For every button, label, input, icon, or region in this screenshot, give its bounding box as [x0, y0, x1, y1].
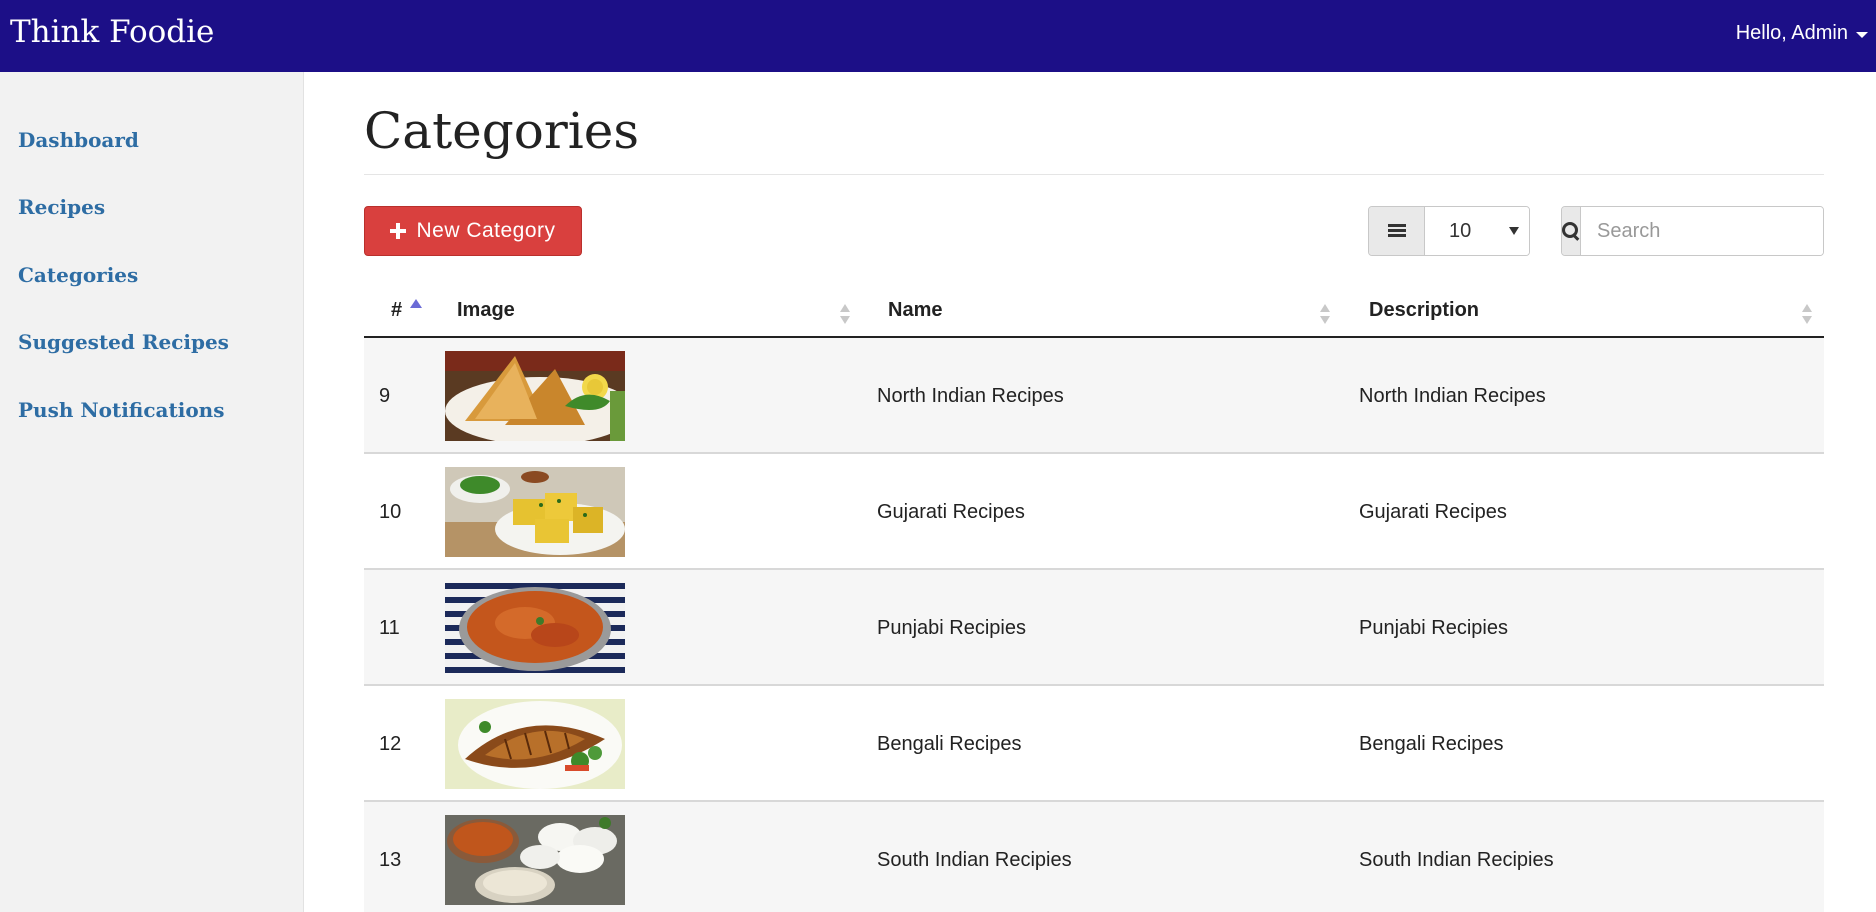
row-id: 9 [379, 384, 391, 407]
table-row[interactable]: 11 Punjabi Recipies Punjabi Recipies [364, 570, 1824, 686]
list-icon [1387, 224, 1406, 238]
table-row[interactable]: 12 Bengali Recipes Bengali Recipes [364, 686, 1824, 802]
new-category-label: New Category [416, 219, 556, 242]
column-header-name[interactable]: Name [888, 284, 942, 336]
table-row[interactable]: 13 South Indian Recipies South Indian Re… [364, 802, 1824, 912]
row-description: Punjabi Recipies [1359, 616, 1508, 639]
table-header: # Image Name Description [364, 284, 1824, 338]
sort-ascending-icon [410, 299, 422, 308]
row-name: Punjabi Recipies [877, 616, 1026, 639]
row-description: South Indian Recipies [1359, 848, 1554, 871]
column-header-description-label: Description [1369, 298, 1480, 321]
user-menu-dropdown[interactable]: Hello, Admin [1736, 22, 1868, 45]
idli-sambar-photo [445, 815, 625, 905]
caret-down-icon [1856, 31, 1868, 38]
dropdown-arrow-icon [1509, 227, 1519, 235]
sidebar: Dashboard Recipes Categories Suggested R… [0, 72, 304, 912]
column-header-id-label: # [391, 298, 403, 321]
new-category-button[interactable]: New Category [364, 206, 582, 256]
sidebar-item-recipes[interactable]: Recipes [18, 195, 105, 219]
title-divider [364, 174, 1824, 175]
row-description: Bengali Recipes [1359, 732, 1504, 755]
page-size-addon [1369, 207, 1425, 255]
sidebar-item-categories[interactable]: Categories [18, 263, 138, 287]
page-size-selector[interactable]: 10 [1368, 206, 1530, 256]
row-id: 13 [379, 848, 402, 871]
row-id: 10 [379, 500, 402, 523]
row-name: Bengali Recipes [877, 732, 1022, 755]
sidebar-item-push-notifications[interactable]: Push Notifications [18, 398, 224, 422]
row-name: Gujarati Recipes [877, 500, 1025, 523]
sidebar-item-suggested-recipes[interactable]: Suggested Recipes [18, 330, 229, 354]
sort-icon [1802, 304, 1812, 326]
search-addon[interactable] [1562, 207, 1581, 255]
page-size-select[interactable]: 10 [1425, 207, 1529, 255]
page-title: Categories [364, 102, 639, 160]
main-content: Categories New Category 10 # Image [364, 72, 1824, 912]
column-header-image[interactable]: Image [457, 284, 515, 336]
row-description: North Indian Recipes [1359, 384, 1546, 407]
plus-icon [390, 223, 407, 239]
column-header-image-label: Image [457, 298, 515, 321]
sort-icon [1320, 304, 1330, 326]
row-name: North Indian Recipes [877, 384, 1064, 407]
row-description: Gujarati Recipes [1359, 500, 1507, 523]
page-size-value: 10 [1449, 219, 1472, 242]
search-input[interactable] [1581, 207, 1823, 255]
samosa-photo [445, 351, 625, 441]
column-header-description[interactable]: Description [1369, 284, 1479, 336]
user-greeting: Hello, Admin [1735, 22, 1848, 44]
row-name: South Indian Recipies [877, 848, 1072, 871]
row-id: 12 [379, 732, 402, 755]
dhokla-photo [445, 467, 625, 557]
table-row[interactable]: 9 North Indian Recipes North Indian Reci… [364, 338, 1824, 454]
row-id: 11 [379, 616, 400, 639]
search-icon [1562, 222, 1580, 240]
curry-photo [445, 583, 625, 673]
top-navbar: Think Foodie Hello, Admin [0, 0, 1876, 72]
column-header-id[interactable]: # [391, 284, 402, 336]
column-header-name-label: Name [888, 298, 943, 321]
sort-icon [840, 304, 850, 326]
table-row[interactable]: 10 Gujarati Recipes Gujarati Recipes [364, 454, 1824, 570]
categories-table: # Image Name Description 9 North Indian … [364, 284, 1824, 912]
fried-fish-photo [445, 699, 625, 789]
brand-logo[interactable]: Think Foodie [10, 14, 214, 50]
sidebar-item-dashboard[interactable]: Dashboard [18, 128, 139, 152]
search-group [1561, 206, 1824, 256]
